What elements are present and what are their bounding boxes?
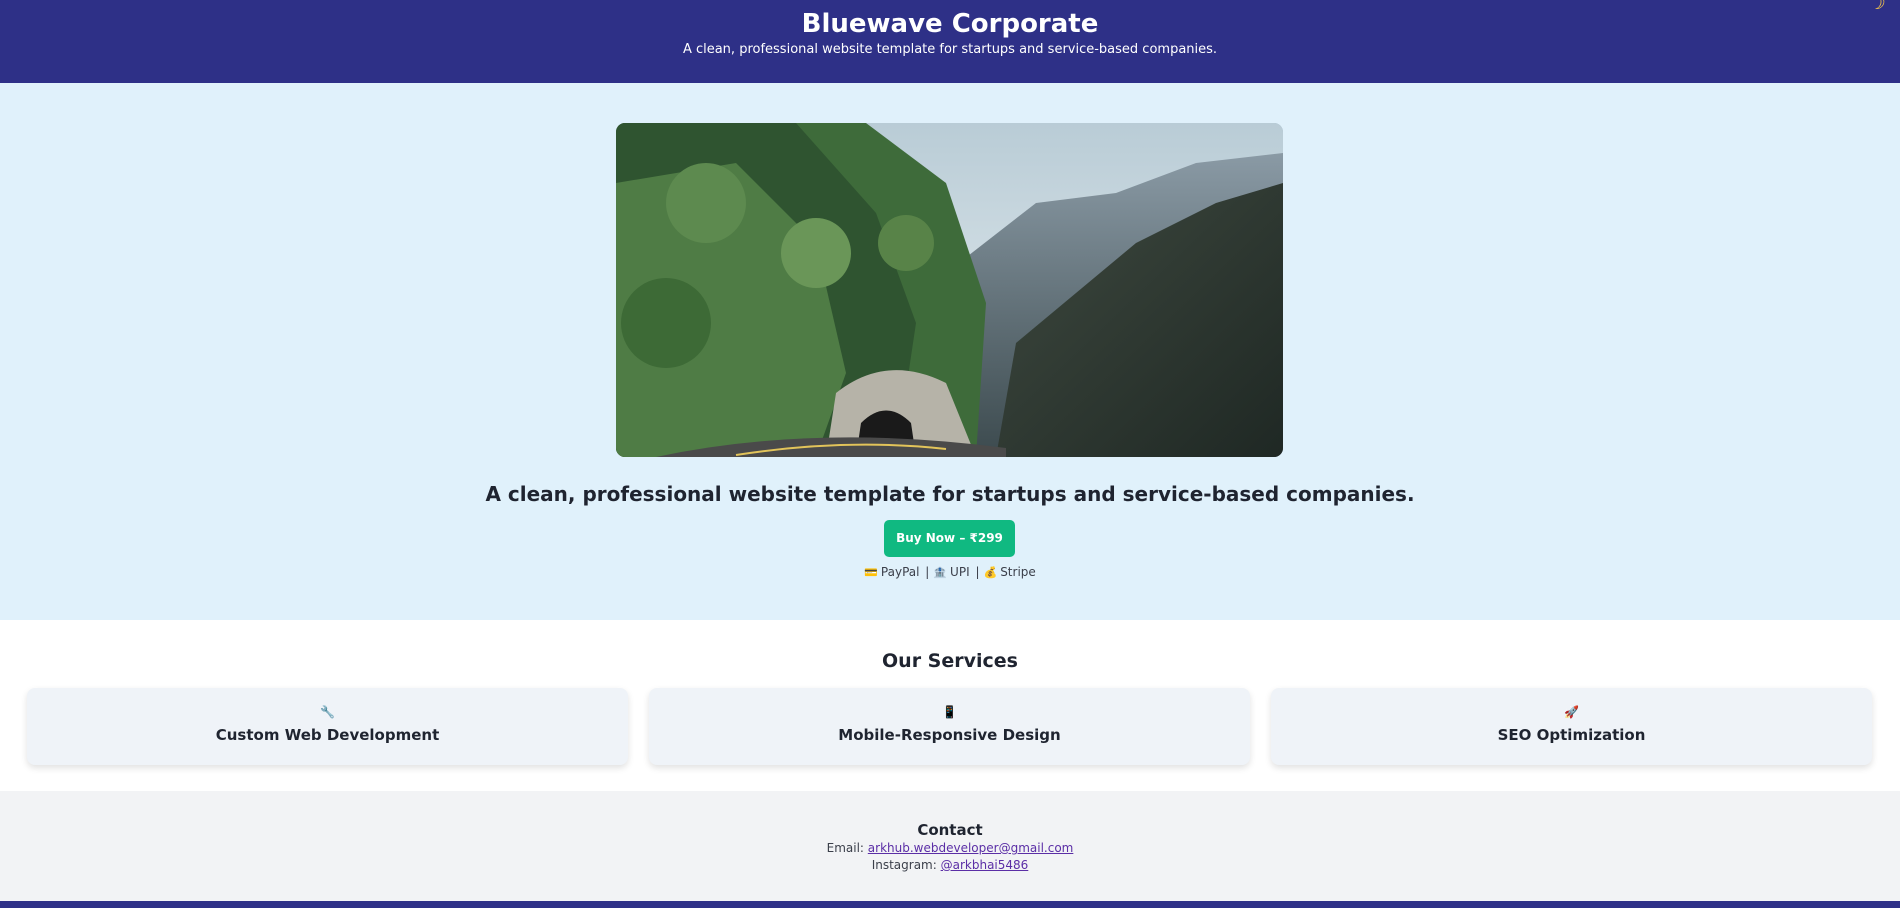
- mobile-phone-icon: 📱: [942, 705, 957, 719]
- payment-methods: 💳 PayPal | 🏦 UPI | 💰 Stripe: [0, 565, 1900, 580]
- services-section: Our Services 🔧 Custom Web Development 📱 …: [0, 620, 1900, 791]
- payment-label-upi: UPI: [950, 565, 970, 579]
- contact-title: Contact: [917, 821, 983, 839]
- instagram-link[interactable]: @arkbhai5486: [941, 858, 1029, 872]
- bank-icon: 🏦: [933, 566, 948, 579]
- money-bag-icon: 💰: [983, 566, 998, 579]
- service-card-web-development: 🔧 Custom Web Development: [27, 688, 628, 765]
- hero-heading: A clean, professional website template f…: [485, 482, 1415, 506]
- wrench-icon: 🔧: [320, 705, 335, 719]
- site-tagline: A clean, professional website template f…: [682, 42, 1218, 57]
- service-label: SEO Optimization: [1497, 726, 1646, 744]
- instagram-prefix: Instagram:: [871, 858, 937, 872]
- hero-section: A clean, professional website template f…: [0, 83, 1900, 620]
- rocket-icon: 🚀: [1564, 705, 1579, 719]
- payment-label-paypal: PayPal: [880, 565, 920, 579]
- payment-separator: |: [975, 565, 980, 579]
- site-header: Bluewave Corporate A clean, professional…: [0, 0, 1900, 83]
- payment-separator: |: [925, 565, 930, 579]
- hero-image: [616, 123, 1283, 457]
- contact-instagram-line: Instagram: @arkbhai5486: [0, 858, 1900, 873]
- service-card-seo: 🚀 SEO Optimization: [1271, 688, 1872, 765]
- contact-email-line: Email: arkhub.webdeveloper@gmail.com: [0, 841, 1900, 856]
- email-prefix: Email:: [826, 841, 864, 855]
- email-link[interactable]: arkhub.webdeveloper@gmail.com: [868, 841, 1074, 855]
- credit-card-icon: 💳: [864, 566, 878, 579]
- moon-icon[interactable]: ☽: [1866, 0, 1888, 12]
- service-card-responsive-design: 📱 Mobile-Responsive Design: [649, 688, 1250, 765]
- buy-now-button[interactable]: Buy Now – ₹299: [884, 520, 1015, 557]
- site-title: Bluewave Corporate: [801, 9, 1099, 39]
- contact-section: Contact Email: arkhub.webdeveloper@gmail…: [0, 791, 1900, 901]
- payment-label-stripe: Stripe: [1000, 565, 1036, 579]
- service-label: Custom Web Development: [215, 726, 440, 744]
- mountain-tunnel-illustration: [616, 123, 1283, 457]
- footer-strip: [0, 901, 1900, 908]
- service-label: Mobile-Responsive Design: [838, 726, 1061, 744]
- services-title: Our Services: [882, 650, 1018, 672]
